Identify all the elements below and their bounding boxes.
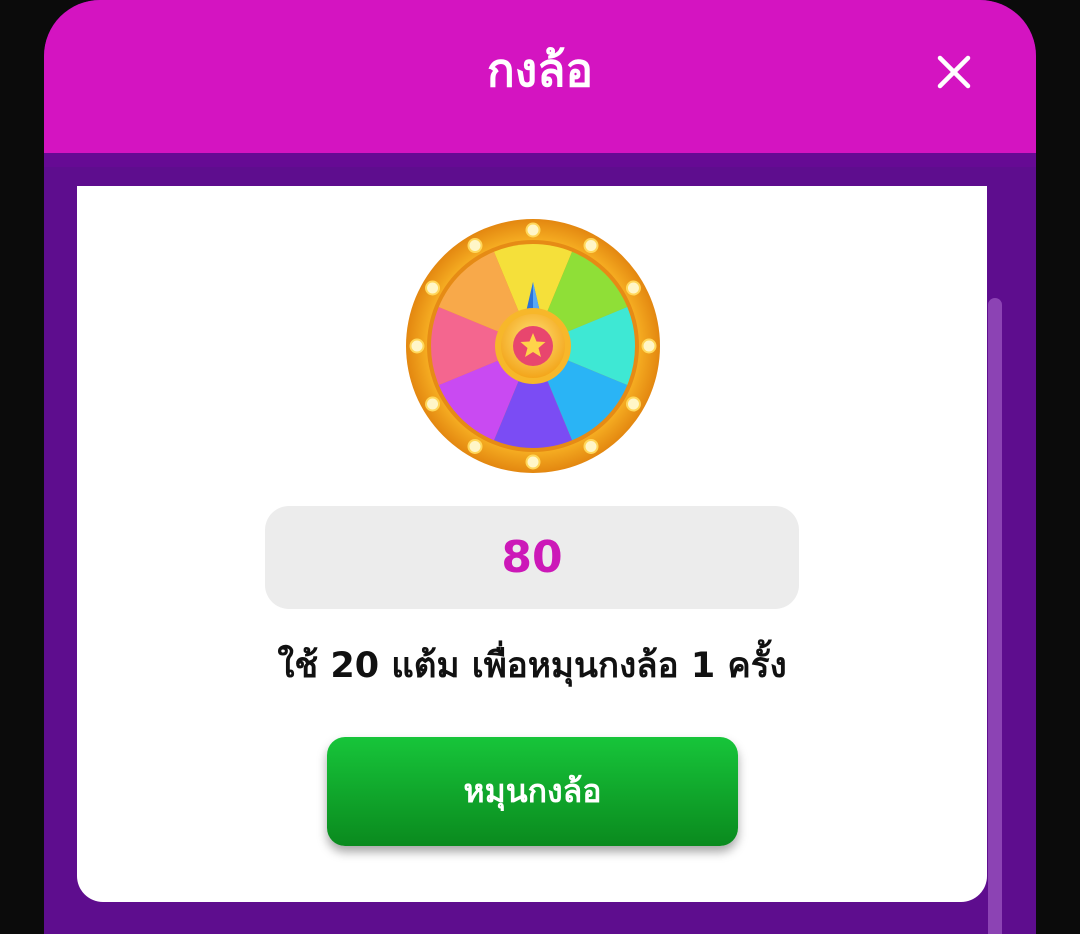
- dialog-title: กงล้อ: [486, 43, 594, 97]
- rim-bulb: [409, 338, 425, 354]
- rim-bulb: [641, 338, 657, 354]
- rim-bulb: [625, 396, 641, 412]
- content-card: 80 ใช้ 20 แต้ม เพื่อหมุนกงล้อ 1 ครั้ง หม…: [77, 186, 987, 902]
- close-button[interactable]: [934, 52, 974, 92]
- points-value: 80: [501, 532, 563, 583]
- rim-bulb: [425, 280, 441, 296]
- rim-bulb: [467, 238, 483, 254]
- spin-wheel-button[interactable]: หมุนกงล้อ: [327, 737, 738, 846]
- rim-bulb: [583, 238, 599, 254]
- spin-button-label: หมุนกงล้อ: [463, 772, 602, 810]
- rim-bulb: [525, 454, 541, 470]
- prize-wheel-icon: [405, 218, 661, 474]
- points-display: 80: [265, 506, 799, 609]
- wheel-dialog: กงล้อ 80 ใช้ 20 แต้ม เพื่อหมุนกงล้อ 1 คร…: [44, 0, 1036, 934]
- rim-bulb: [625, 280, 641, 296]
- rim-bulb: [467, 438, 483, 454]
- spin-cost-text: ใช้ 20 แต้ม เพื่อหมุนกงล้อ 1 ครั้ง: [277, 646, 787, 686]
- scrollbar-thumb[interactable]: [988, 298, 1002, 934]
- close-icon: [937, 55, 971, 89]
- rim-bulb: [525, 222, 541, 238]
- dialog-header: กงล้อ: [44, 0, 1036, 167]
- rim-bulb: [425, 396, 441, 412]
- rim-bulb: [583, 438, 599, 454]
